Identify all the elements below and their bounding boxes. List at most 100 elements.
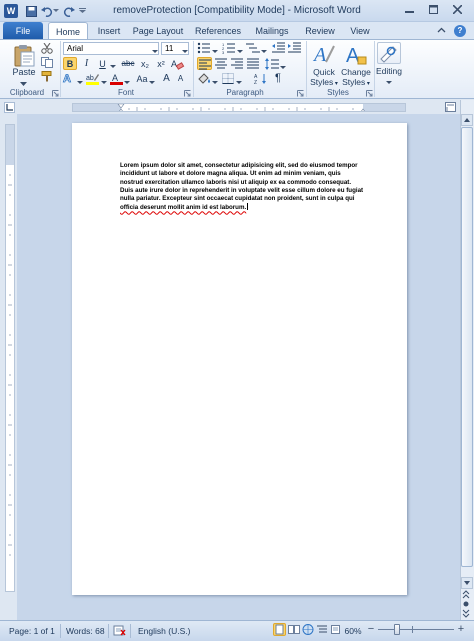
styles-launcher-icon[interactable]	[366, 89, 373, 97]
underline-button[interactable]: U	[96, 57, 109, 70]
multilevel-list-icon[interactable]	[246, 42, 260, 54]
word-count-status[interactable]: Words: 68	[66, 625, 105, 637]
change-styles-icon[interactable]: A	[344, 42, 368, 67]
font-color-icon[interactable]: A	[110, 72, 123, 85]
font-name-box[interactable]: Arial	[63, 42, 159, 55]
document-body[interactable]: Lorem ipsum dolor sit amet, consectetur …	[120, 162, 365, 213]
print-layout-view-button[interactable]	[273, 623, 286, 636]
tab-mailings[interactable]: Mailings	[250, 22, 294, 40]
line-spacing-dropdown-icon[interactable]	[280, 62, 286, 69]
text-effects-icon[interactable]: A	[62, 72, 76, 86]
zoom-level[interactable]: 60%	[342, 625, 364, 637]
save-icon[interactable]	[24, 4, 38, 18]
cut-icon[interactable]	[41, 42, 53, 54]
bullets-dropdown-icon[interactable]	[212, 46, 218, 53]
tab-file[interactable]: File	[3, 22, 43, 40]
draft-view-icon[interactable]	[330, 624, 342, 636]
tab-selector-icon[interactable]	[4, 102, 15, 113]
minimize-icon[interactable]	[400, 2, 418, 16]
change-styles-button[interactable]: Change Styles ▾	[339, 67, 373, 89]
font-name-dropdown-icon[interactable]	[152, 46, 159, 53]
multilevel-dropdown-icon[interactable]	[261, 46, 267, 53]
zoom-slider-thumb[interactable]	[394, 624, 400, 635]
outline-view-icon[interactable]	[316, 624, 328, 636]
change-case-dropdown-icon[interactable]	[149, 77, 155, 84]
help-icon[interactable]: ?	[454, 25, 466, 37]
editing-icon[interactable]	[377, 42, 401, 64]
italic-button[interactable]: I	[80, 57, 93, 70]
align-left-button[interactable]	[197, 57, 212, 70]
minimize-ribbon-icon[interactable]	[437, 26, 447, 36]
clipboard-launcher-icon[interactable]	[52, 89, 59, 97]
undo-dropdown-icon[interactable]	[52, 4, 60, 18]
paste-icon[interactable]	[12, 43, 36, 67]
scroll-thumb[interactable]	[461, 127, 473, 567]
select-browse-object-icon[interactable]	[461, 600, 473, 609]
close-icon[interactable]	[448, 2, 466, 16]
next-page-icon[interactable]	[461, 609, 473, 619]
font-color-dropdown-icon[interactable]	[124, 77, 130, 84]
horizontal-ruler[interactable]	[72, 103, 406, 112]
redo-icon[interactable]	[62, 4, 76, 18]
proofing-errors-icon[interactable]	[113, 624, 127, 636]
paste-dropdown-icon[interactable]	[20, 78, 28, 86]
align-right-icon[interactable]	[231, 58, 244, 70]
subscript-button[interactable]: x₂	[138, 57, 152, 70]
borders-icon[interactable]	[222, 73, 235, 85]
bullets-icon[interactable]	[197, 42, 211, 54]
quick-styles-icon[interactable]: A	[312, 42, 336, 66]
highlight-dropdown-icon[interactable]	[101, 77, 107, 84]
word-app-icon[interactable]: W	[4, 4, 18, 18]
page-count-status[interactable]: Page: 1 of 1	[9, 625, 55, 637]
shading-dropdown-icon[interactable]	[212, 77, 218, 84]
line-spacing-icon[interactable]	[265, 58, 279, 70]
editing-dropdown-icon[interactable]	[386, 77, 392, 84]
editing-button[interactable]: Editing	[373, 66, 405, 76]
tab-review[interactable]: Review	[302, 22, 338, 40]
paragraph-launcher-icon[interactable]	[297, 89, 304, 97]
borders-dropdown-icon[interactable]	[236, 77, 242, 84]
sort-icon[interactable]: AZ	[254, 73, 268, 86]
scroll-down-icon[interactable]	[461, 577, 473, 589]
full-screen-reading-icon[interactable]	[288, 624, 300, 636]
grow-font-button[interactable]: A	[160, 72, 173, 85]
font-size-dropdown-icon[interactable]	[182, 46, 189, 53]
tab-page-layout[interactable]: Page Layout	[131, 22, 185, 40]
tab-insert[interactable]: Insert	[92, 22, 126, 40]
quick-styles-button[interactable]: Quick Styles ▾	[308, 67, 340, 89]
text-effects-dropdown-icon[interactable]	[77, 77, 83, 84]
shading-icon[interactable]	[197, 73, 211, 85]
align-center-icon[interactable]	[215, 58, 228, 70]
paste-button-label[interactable]: Paste	[12, 67, 36, 77]
increase-indent-icon[interactable]	[288, 42, 301, 54]
font-launcher-icon[interactable]	[184, 89, 191, 97]
zoom-in-icon[interactable]: +	[456, 623, 466, 635]
previous-page-icon[interactable]	[461, 590, 473, 600]
superscript-button[interactable]: x²	[154, 57, 168, 70]
view-ruler-icon[interactable]	[445, 102, 457, 113]
numbering-dropdown-icon[interactable]	[237, 46, 243, 53]
tab-view[interactable]: View	[345, 22, 375, 40]
format-painter-icon[interactable]	[41, 71, 53, 82]
clear-formatting-icon[interactable]: A	[171, 58, 185, 70]
highlight-icon[interactable]: ab	[86, 72, 100, 85]
underline-dropdown-icon[interactable]	[110, 61, 116, 68]
strikethrough-button[interactable]: abc	[119, 57, 137, 70]
customize-qat-icon[interactable]	[78, 4, 86, 18]
zoom-out-icon[interactable]: −	[366, 623, 376, 635]
tab-references[interactable]: References	[192, 22, 244, 40]
language-status[interactable]: English (U.S.)	[138, 625, 190, 637]
web-layout-icon[interactable]	[302, 624, 314, 636]
bold-button[interactable]: B	[63, 57, 77, 70]
decrease-indent-icon[interactable]	[272, 42, 285, 54]
show-hide-marks-icon[interactable]: ¶	[275, 72, 287, 85]
copy-icon[interactable]	[41, 57, 53, 68]
scroll-up-icon[interactable]	[461, 114, 473, 126]
maximize-icon[interactable]	[424, 2, 442, 16]
justify-icon[interactable]	[247, 58, 260, 70]
vertical-ruler[interactable]	[5, 124, 15, 592]
shrink-font-button[interactable]: A	[174, 72, 187, 85]
tab-home[interactable]: Home	[48, 22, 88, 40]
numbering-icon[interactable]: 123	[222, 42, 236, 55]
zoom-slider-track[interactable]	[378, 629, 454, 630]
